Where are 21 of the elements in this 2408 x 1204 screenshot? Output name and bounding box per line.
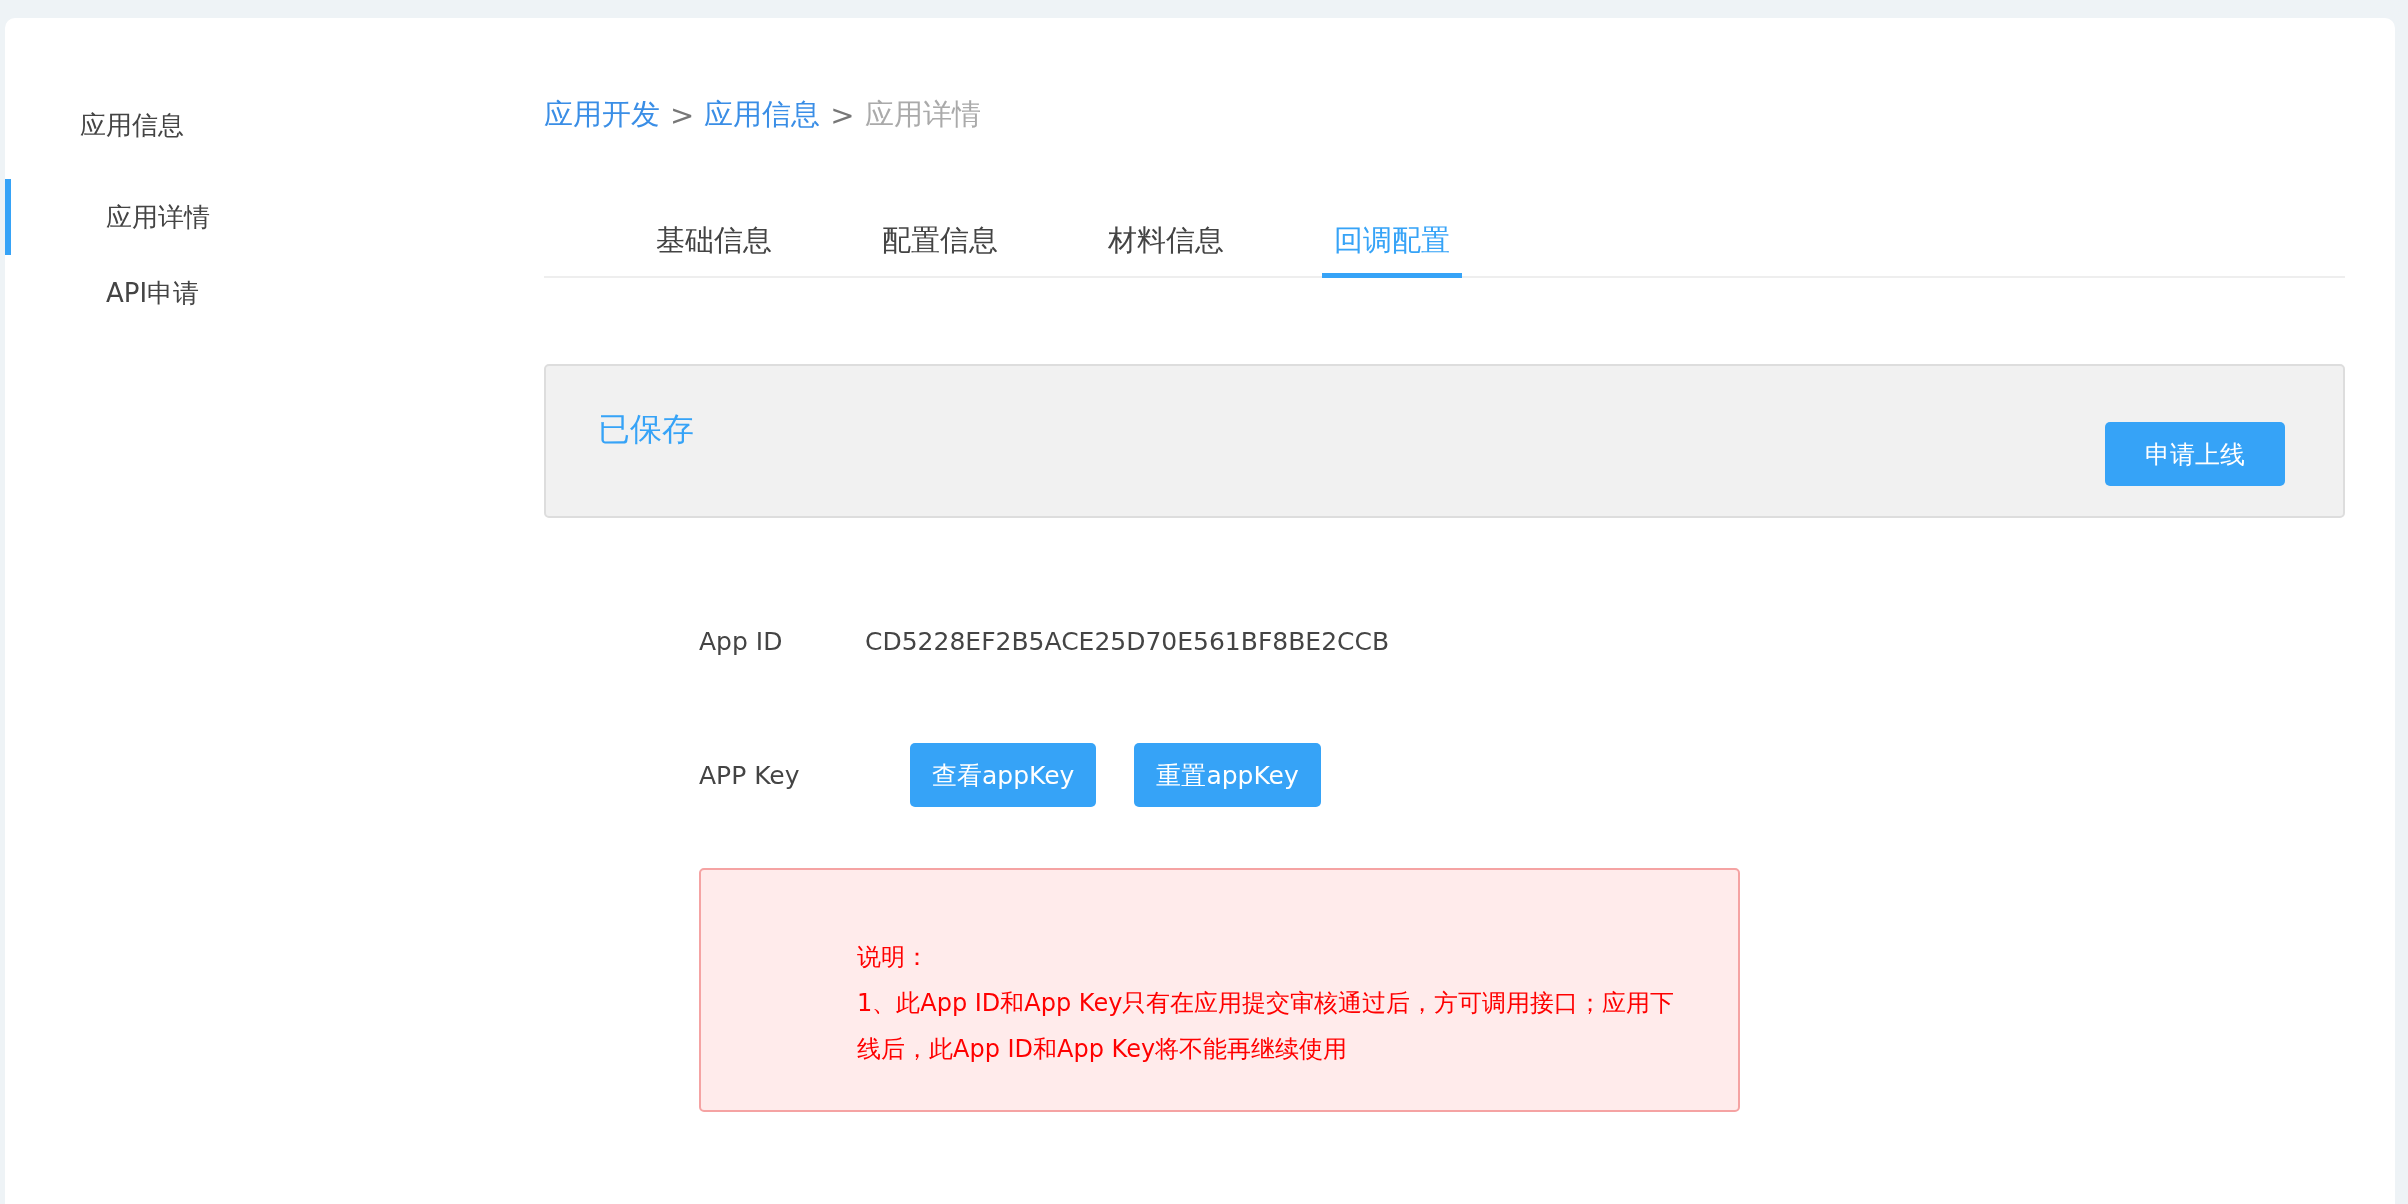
notice-title: 说明： [857,942,930,973]
notice-text: 1、此App ID和App Key只有在应用提交审核通过后，方可调用接口；应用下线后，此App ID和App Key将不能再继续使用 [857,988,1676,1065]
key-button[interactable]: 重置appKey [1134,743,1321,807]
sidebar-item[interactable]: 应用详情 [5,179,544,255]
field-label: App ID [699,626,784,656]
key-button[interactable]: 查看appKey [910,743,1097,807]
tab[interactable]: 材料信息 [1096,210,1236,278]
tab[interactable]: 回调配置 [1322,210,1462,278]
breadcrumb-current: 应用详情 [864,96,981,133]
apply-online-button[interactable]: 申请上线 [2105,422,2285,486]
tab[interactable]: 基础信息 [644,210,784,278]
breadcrumb-link[interactable]: 应用开发 [544,95,660,135]
tab[interactable]: 配置信息 [870,210,1010,278]
breadcrumb-link[interactable]: 应用信息 [704,95,821,135]
field-value: CD5228EF2B5ACE25D70E561BF8BE2CCB [865,626,1390,656]
breadcrumb-separator: > [830,98,855,132]
sidebar-item[interactable]: API申请 [5,255,544,331]
status-text: 已保存 [598,409,694,450]
field-label: APP Key [699,760,801,790]
sidebar-heading: 应用信息 [79,109,185,142]
breadcrumb-separator: > [670,98,695,132]
